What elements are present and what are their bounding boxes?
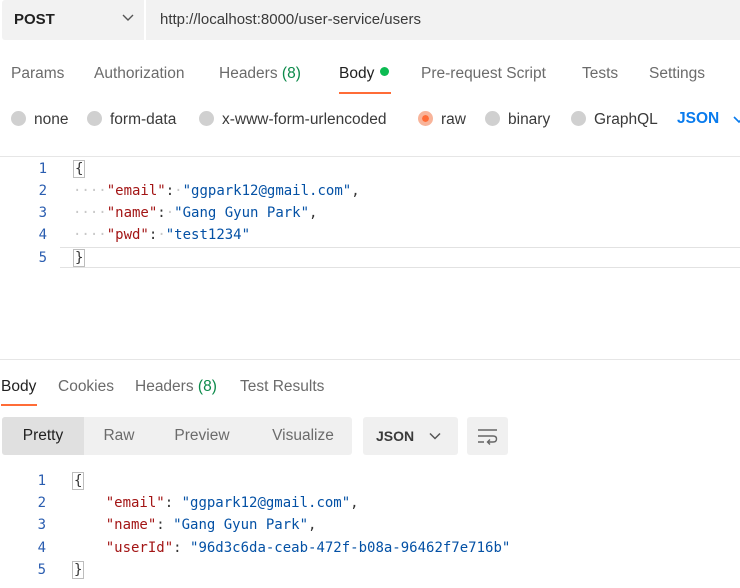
radio-circle [571, 111, 586, 126]
response-headers-count: (8) [197, 378, 217, 395]
line-number: 1 [38, 161, 47, 177]
url-input[interactable]: http://localhost:8000/user-service/users [146, 0, 740, 40]
tab-settings[interactable]: Settings [649, 65, 705, 83]
json-value: "Gang Gyun Park" [173, 517, 309, 533]
json-key: "userId" [105, 540, 174, 556]
json-key: "name" [106, 205, 158, 221]
code-line: } [73, 249, 86, 267]
radio-graphql-label: GraphQL [594, 111, 658, 128]
code-line: "name": "Gang Gyun Park", [105, 517, 317, 533]
response-tab-cookies[interactable]: Cookies [58, 378, 114, 396]
tab-authorization[interactable]: Authorization [94, 65, 184, 83]
radio-circle [87, 111, 102, 126]
radio-circle-selected [418, 111, 433, 126]
radio-binary[interactable]: binary [485, 111, 550, 129]
code-line: } [72, 561, 85, 579]
method-label: POST [14, 11, 55, 28]
code-line: ····"name":·"Gang Gyun Park", [73, 205, 318, 221]
tab-pre-request-script[interactable]: Pre-request Script [421, 65, 546, 83]
radio-none-label: none [34, 111, 69, 128]
chevron-down-icon [429, 432, 441, 440]
view-visualize-button[interactable]: Visualize [260, 417, 346, 455]
json-value: "96d3c6da-ceab-472f-b08a-96462f7e716b" [190, 540, 511, 556]
chevron-down-icon [122, 14, 134, 21]
line-number: 2 [37, 495, 46, 511]
response-tab-headers[interactable]: Headers (8) [135, 378, 217, 396]
body-status-dot [380, 67, 390, 76]
view-raw-button[interactable]: Raw [90, 417, 148, 455]
line-number: 5 [38, 250, 47, 266]
json-value: "Gang Gyun Park" [174, 205, 310, 221]
open-brace: { [72, 472, 85, 490]
response-tab-headers-label: Headers [135, 378, 194, 395]
json-separator: , [351, 183, 360, 199]
json-separator: , [309, 205, 318, 221]
radio-form-data[interactable]: form-data [87, 111, 176, 129]
chevron-down-icon[interactable] [733, 112, 740, 126]
radio-circle [11, 111, 26, 126]
code-line: ····"email":·"ggpark12@gmail.com", [73, 183, 360, 199]
tab-headers-label: Headers [219, 65, 278, 82]
radio-circle [485, 111, 500, 126]
tab-body-label: Body [339, 65, 375, 82]
open-brace: { [73, 160, 86, 178]
view-pretty-button[interactable]: Pretty [2, 417, 84, 455]
response-tab-body[interactable]: Body [1, 378, 36, 396]
radio-raw[interactable]: raw [418, 111, 466, 129]
close-brace: } [73, 249, 86, 267]
json-value: "ggpark12@gmail.com" [181, 495, 351, 511]
response-format-label: JSON [376, 428, 415, 444]
line-number: 2 [38, 183, 47, 199]
code-line: "email": "ggpark12@gmail.com", [105, 495, 359, 511]
line-number: 3 [38, 205, 47, 221]
headers-count-badge: (8) [281, 65, 301, 82]
wrap-lines-icon [478, 429, 498, 445]
response-active-tab-indicator [1, 404, 37, 406]
code-line: { [72, 472, 85, 490]
radio-urlencoded-label: x-www-form-urlencoded [222, 111, 387, 128]
radio-graphql[interactable]: GraphQL [571, 111, 658, 129]
tab-tests[interactable]: Tests [582, 65, 618, 83]
line-number: 5 [37, 562, 46, 578]
close-brace: } [72, 561, 85, 579]
response-view-group: Pretty Raw Preview Visualize [2, 417, 352, 455]
response-format-select[interactable]: JSON [363, 417, 458, 455]
json-key: "pwd" [106, 227, 149, 243]
language-select[interactable]: JSON [677, 110, 719, 128]
tab-headers[interactable]: Headers (8) [219, 65, 301, 83]
json-value: "test1234" [165, 227, 251, 243]
json-separator: , [350, 495, 359, 511]
radio-form-data-label: form-data [110, 111, 177, 128]
code-line: ····"pwd":·"test1234" [73, 227, 251, 243]
line-number: 3 [37, 517, 46, 533]
radio-circle [199, 111, 214, 126]
line-number: 4 [38, 227, 47, 243]
current-line-highlight [60, 247, 740, 268]
active-tab-indicator [339, 92, 391, 94]
radio-urlencoded[interactable]: x-www-form-urlencoded [199, 111, 387, 129]
method-select[interactable]: POST [2, 0, 144, 40]
tab-params[interactable]: Params [11, 65, 64, 83]
json-value: "ggpark12@gmail.com" [182, 183, 352, 199]
json-key: "email" [105, 495, 165, 511]
code-line: "userId": "96d3c6da-ceab-472f-b08a-96462… [105, 540, 511, 556]
json-key: "name" [105, 517, 157, 533]
json-separator: , [308, 517, 317, 533]
line-number: 4 [37, 540, 46, 556]
url-text: http://localhost:8000/user-service/users [160, 11, 421, 28]
wrap-lines-button[interactable] [467, 417, 508, 455]
radio-raw-label: raw [441, 111, 466, 128]
response-tab-test-results[interactable]: Test Results [240, 378, 324, 396]
json-key: "email" [106, 183, 166, 199]
radio-none[interactable]: none [11, 111, 68, 129]
code-line: { [73, 160, 86, 178]
tab-body[interactable]: Body [339, 65, 390, 83]
line-number: 1 [37, 473, 46, 489]
radio-binary-label: binary [508, 111, 551, 128]
view-preview-button[interactable]: Preview [162, 417, 242, 455]
